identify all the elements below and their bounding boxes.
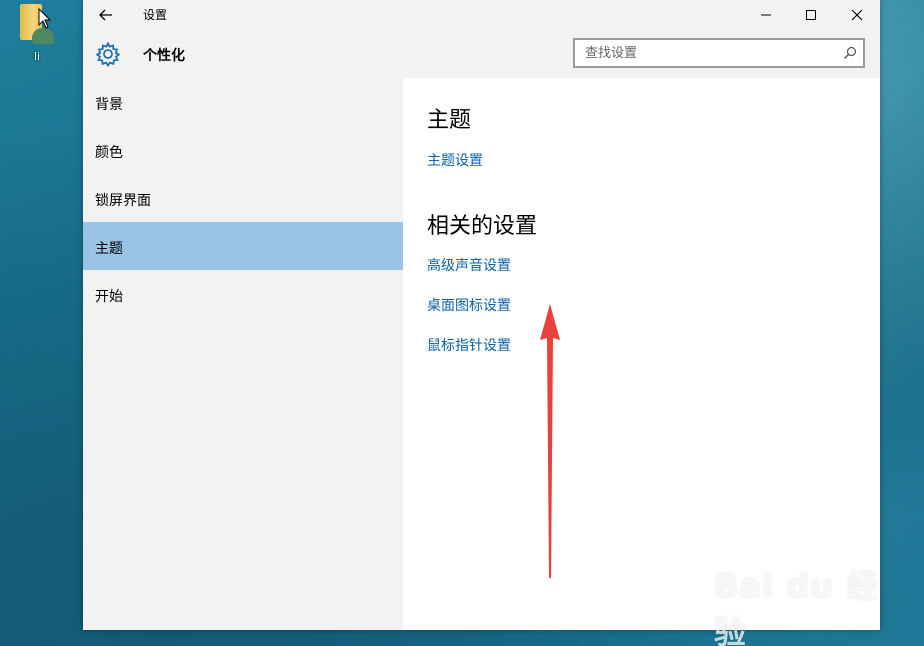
sidebar-item-lock-screen[interactable]: 锁屏界面: [83, 174, 403, 222]
maximize-icon: [806, 10, 816, 20]
user-badge-icon: [32, 28, 54, 44]
baidu-watermark: Bai du 经验 jingyan.baidu.com: [700, 545, 880, 646]
sidebar: 背景 颜色 锁屏界面 主题 开始: [83, 78, 403, 630]
sidebar-item-label: 开始: [95, 289, 123, 305]
desktop-icon-settings-link[interactable]: 桌面图标设置: [427, 295, 511, 315]
sidebar-item-background[interactable]: 背景: [83, 78, 403, 126]
search-input[interactable]: [575, 40, 843, 66]
sidebar-item-label: 锁屏界面: [95, 193, 151, 209]
page-title: 个性化: [143, 48, 185, 64]
back-button[interactable]: [93, 3, 119, 27]
sidebar-item-label: 背景: [95, 97, 123, 113]
search-icon[interactable]: [843, 46, 857, 60]
sidebar-item-label: 主题: [95, 241, 123, 257]
sidebar-item-start[interactable]: 开始: [83, 270, 403, 318]
close-icon: [851, 9, 863, 21]
settings-window: 设置 个性化 查找设置 背景 颜色 锁屏界面 主题 开始 主题 主题设置 相关的…: [83, 0, 880, 630]
close-button[interactable]: [834, 0, 880, 30]
advanced-sound-settings-link[interactable]: 高级声音设置: [427, 255, 511, 275]
red-arrow-icon: [540, 304, 560, 578]
search-box[interactable]: [573, 38, 865, 68]
watermark-url: jingyan.baidu.com: [708, 601, 847, 619]
desktop-shortcut-label: li: [34, 50, 41, 63]
sidebar-item-label: 颜色: [95, 145, 123, 161]
theme-settings-link[interactable]: 主题设置: [427, 150, 483, 170]
minimize-button[interactable]: [743, 0, 789, 30]
arrow-left-icon: [99, 9, 112, 21]
window-title: 设置: [143, 8, 168, 22]
sidebar-item-colors[interactable]: 颜色: [83, 126, 403, 174]
title-bar: 设置: [83, 0, 880, 30]
section-title-related-settings: 相关的设置: [427, 214, 538, 239]
section-title-themes: 主题: [427, 108, 472, 133]
maximize-button[interactable]: [788, 0, 834, 30]
mouse-pointer-settings-link[interactable]: 鼠标指针设置: [427, 335, 511, 355]
sidebar-item-themes[interactable]: 主题: [83, 222, 403, 270]
page-header: 个性化: [83, 30, 880, 78]
gear-icon: [95, 41, 121, 67]
mouse-cursor-icon: [38, 8, 52, 29]
minimize-icon: [761, 14, 771, 16]
